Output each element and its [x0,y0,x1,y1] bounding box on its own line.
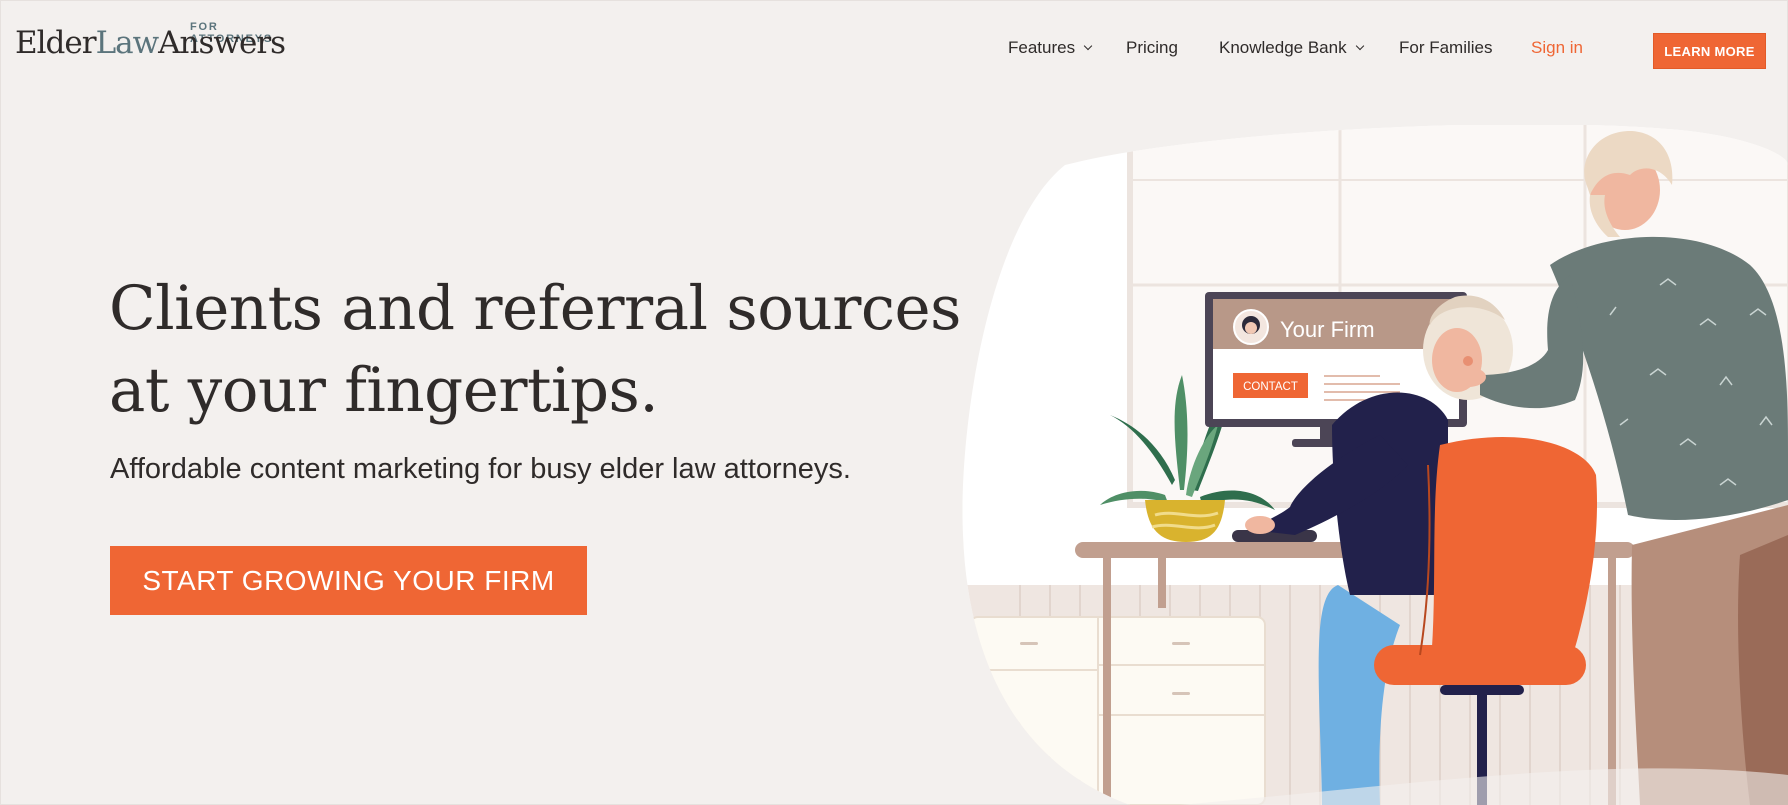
nav-features[interactable]: Features [1008,38,1093,58]
nav-pricing[interactable]: Pricing [1126,38,1178,58]
hero-illustration: Your Firm CONTACT [960,125,1788,805]
hero-title: Clients and referral sources at your fing… [109,268,969,432]
drawer-cabinet [969,616,1266,805]
hero-title-line-1: Clients and referral sources [109,273,961,344]
start-growing-button[interactable]: START GROWING YOUR FIRM [110,546,587,615]
chevron-down-icon [1355,41,1364,51]
nav-knowledge-bank-label: Knowledge Bank [1219,38,1347,57]
nav-for-families-label: For Families [1399,38,1493,57]
learn-more-button[interactable]: LEARN MORE [1653,33,1766,69]
nav-pricing-label: Pricing [1126,38,1178,57]
main-nav: Features Pricing Knowledge Bank For Fami… [0,38,1788,62]
screen-contact-button: CONTACT [1243,381,1298,393]
room-scene: Your Firm CONTACT [962,125,1788,805]
nav-for-families[interactable]: For Families [1399,38,1493,58]
hero-subtitle: Affordable content marketing for busy el… [110,453,851,485]
screen-title: Your Firm [1280,317,1375,342]
nav-sign-in[interactable]: Sign in [1531,38,1583,58]
nav-features-label: Features [1008,38,1076,57]
nav-sign-in-label: Sign in [1531,38,1583,57]
chevron-down-icon [1083,41,1093,51]
nav-knowledge-bank[interactable]: Knowledge Bank [1219,38,1364,58]
hero-title-line-2: at your fingertips. [109,355,659,426]
